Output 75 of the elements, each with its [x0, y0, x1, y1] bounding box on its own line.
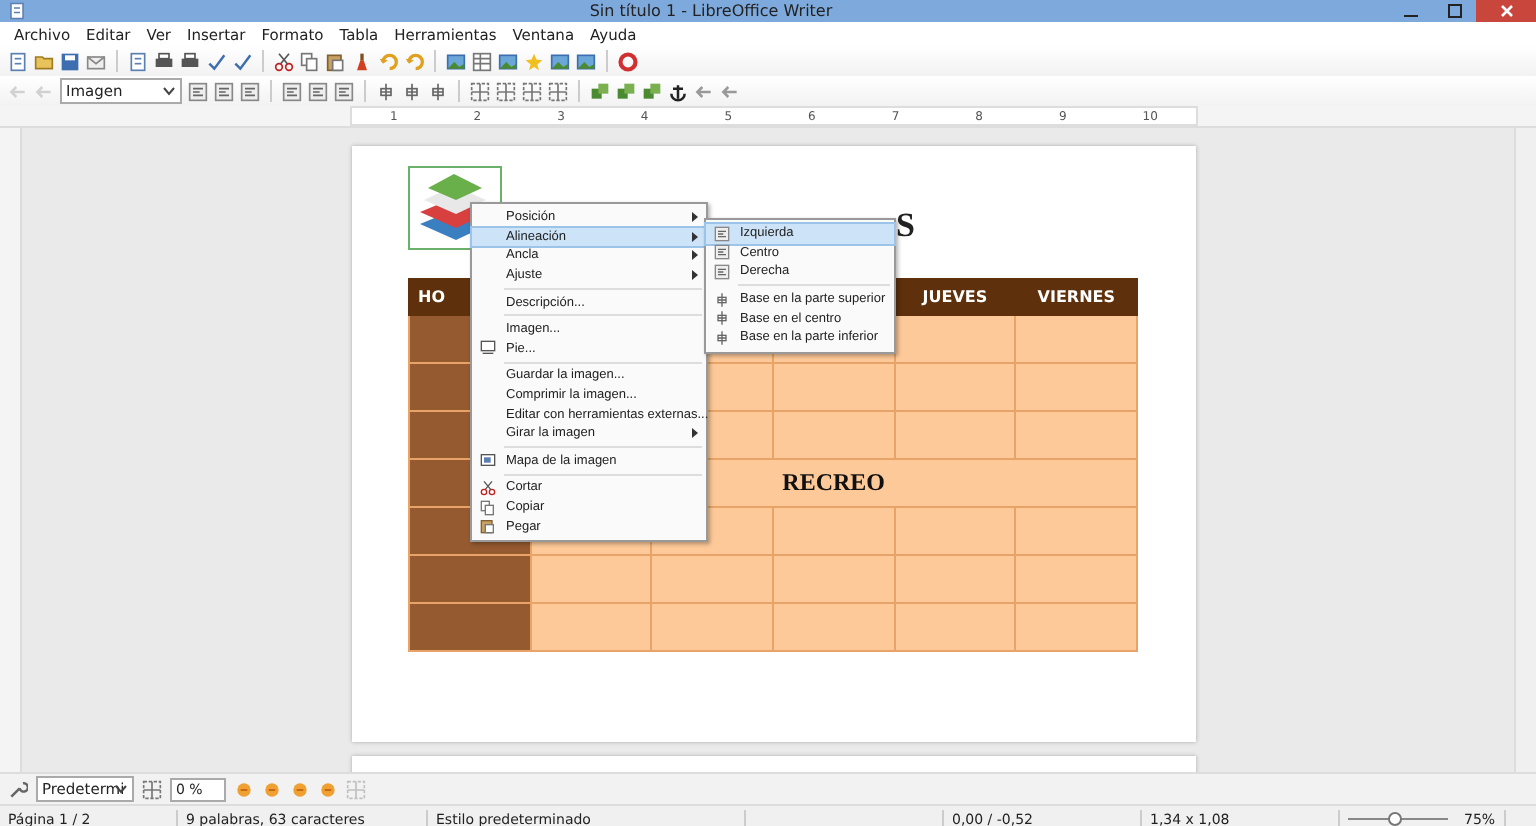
table-icon[interactable] [472, 51, 492, 71]
arrange-icon[interactable] [616, 81, 636, 101]
border-icon[interactable] [522, 81, 542, 101]
scissors-icon [480, 479, 496, 496]
table-cell [1015, 315, 1137, 363]
table-cell [409, 603, 531, 651]
table-cell [772, 363, 895, 411]
wrench-icon[interactable] [8, 779, 28, 799]
close-button[interactable] [1476, 0, 1536, 22]
table-cell [1015, 363, 1137, 411]
image-map-icon [480, 452, 496, 469]
table-cell [894, 363, 1016, 411]
paste-icon[interactable] [326, 51, 346, 71]
image-icon[interactable] [498, 51, 518, 71]
table-cell [530, 603, 652, 651]
table-cell [772, 507, 895, 555]
table-cell [772, 411, 895, 459]
table-cell [772, 603, 895, 651]
table-cell [409, 555, 531, 603]
image-icon[interactable] [550, 51, 570, 71]
align-icon[interactable] [308, 81, 328, 101]
align-icon[interactable] [240, 81, 260, 101]
submenu-arrow-icon [690, 428, 700, 439]
window-title: Sin título 1 - LibreOffice Writer [587, 2, 835, 20]
table-header: JUEVES [894, 279, 1016, 315]
align-icon[interactable] [188, 81, 208, 101]
table-cell [1015, 555, 1137, 603]
vertical-align-icon[interactable] [402, 81, 422, 101]
table-cell [651, 603, 773, 651]
table-cell [1015, 603, 1137, 651]
caption-icon [480, 340, 496, 357]
image-icon[interactable] [446, 51, 466, 71]
table-cell [1015, 507, 1137, 555]
scissors-icon[interactable] [274, 51, 294, 71]
brush-icon[interactable] [352, 51, 372, 71]
printer-icon[interactable] [180, 51, 200, 71]
border-icon[interactable] [496, 81, 516, 101]
arrange-icon[interactable] [590, 81, 610, 101]
arrow-icon[interactable] [720, 81, 740, 101]
table-cell [530, 555, 652, 603]
printer-icon[interactable] [154, 51, 174, 71]
border-icon[interactable] [142, 779, 162, 799]
table-cell [894, 411, 1016, 459]
copy-icon[interactable] [300, 51, 320, 71]
save-icon[interactable] [60, 51, 80, 71]
table-header: VIERNES [1015, 279, 1137, 315]
table-cell [894, 603, 1016, 651]
align-icon[interactable] [214, 81, 234, 101]
vertical-align-icon[interactable] [376, 81, 396, 101]
table-cell [772, 555, 895, 603]
paste-icon [480, 518, 496, 535]
table-cell [894, 315, 1016, 363]
table-cell [894, 507, 1016, 555]
table-cell [651, 555, 773, 603]
document-icon[interactable] [8, 51, 28, 71]
document-icon[interactable] [128, 51, 148, 71]
lifebuoy-icon[interactable] [618, 51, 638, 71]
arrange-icon[interactable] [642, 81, 662, 101]
star-icon[interactable] [524, 51, 544, 71]
caret-icon [162, 84, 176, 98]
image-icon[interactable] [576, 51, 596, 71]
table-cell [894, 555, 1016, 603]
anchor-icon[interactable] [668, 81, 688, 101]
copy-icon [480, 499, 496, 516]
border-icon[interactable] [470, 81, 490, 101]
vertical-align-icon[interactable] [428, 81, 448, 101]
table-cell [1015, 411, 1137, 459]
maximize-icon [1447, 4, 1461, 18]
align-icon[interactable] [334, 81, 354, 101]
envelope-icon[interactable] [86, 51, 106, 71]
close-icon [1499, 4, 1513, 18]
heading-text: S [896, 206, 915, 246]
align-icon[interactable] [282, 81, 302, 101]
folder-icon[interactable] [34, 51, 54, 71]
border-icon[interactable] [548, 81, 568, 101]
